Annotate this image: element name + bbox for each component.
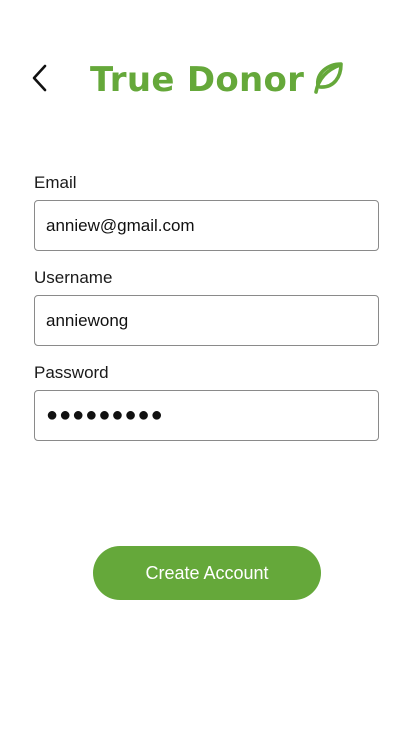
password-value: ●●●●●●●●● — [46, 404, 164, 426]
signup-screen: True Donor Email anniew@gmail.com Userna… — [0, 0, 414, 736]
username-value: anniewong — [46, 310, 129, 330]
username-field[interactable]: anniewong — [34, 295, 379, 346]
brand-name: True Donor — [90, 60, 305, 100]
username-label: Username — [34, 268, 113, 287]
email-field[interactable]: anniew@gmail.com — [34, 200, 379, 251]
password-field[interactable]: ●●●●●●●●● — [34, 390, 379, 441]
brand-logo: True Donor — [90, 54, 344, 106]
back-button[interactable] — [24, 62, 56, 98]
create-account-button[interactable]: Create Account — [93, 546, 321, 600]
password-label: Password — [34, 363, 109, 382]
email-label: Email — [34, 173, 77, 192]
password-group: Password ●●●●●●●●● — [34, 363, 379, 441]
email-group: Email anniew@gmail.com — [34, 173, 379, 251]
email-value: anniew@gmail.com — [46, 215, 195, 235]
chevron-left-icon — [31, 64, 49, 97]
username-group: Username anniewong — [34, 268, 379, 346]
header: True Donor — [0, 54, 414, 106]
leaf-icon — [312, 61, 344, 95]
